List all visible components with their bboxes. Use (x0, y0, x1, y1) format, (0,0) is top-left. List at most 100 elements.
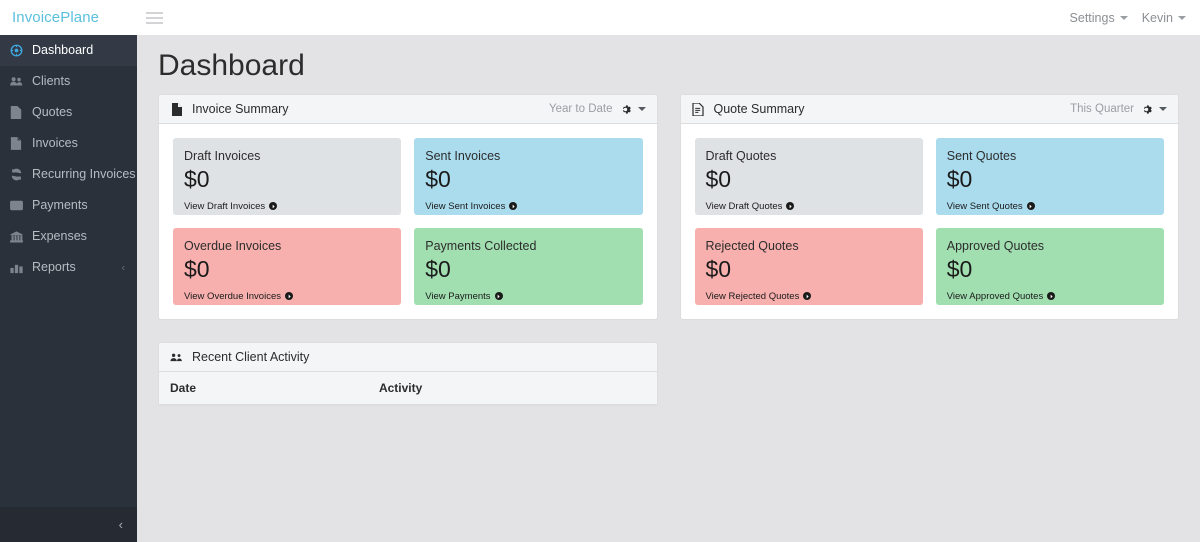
quote-file-icon (692, 102, 705, 116)
quote-summary-header: Quote Summary This Quarter (680, 95, 1178, 124)
sidebar-item-payments[interactable]: Payments (0, 190, 137, 221)
sidebar-item-dashboard[interactable]: Dashboard (0, 35, 137, 66)
top-bar: InvoicePlane Settings Kevin (0, 0, 1200, 35)
card-link[interactable]: View Rejected Quotes (706, 291, 812, 302)
recent-client-activity-header: Recent Client Activity (159, 343, 657, 372)
sidebar-item-clients[interactable]: Clients (0, 66, 137, 97)
quote-summary-controls: This Quarter (1070, 103, 1167, 115)
summary-card-sent-quotes: Sent Quotes $0 View Sent Quotes (935, 138, 1164, 215)
settings-label: Settings (1069, 10, 1115, 25)
main-content: Dashboard Invoice Summary Year to Date D… (137, 35, 1200, 542)
card-label: Payments Collected (425, 239, 537, 253)
card-amount: $0 (184, 255, 210, 282)
gear-icon[interactable] (620, 104, 631, 115)
sidebar-collapse-button[interactable]: ‹ (0, 507, 137, 542)
card-amount: $0 (425, 255, 451, 282)
arrow-circle-icon (786, 202, 795, 210)
sidebar-item-label: Dashboard (32, 43, 94, 58)
summary-card-sent-invoices: Sent Invoices $0 View Sent Invoices (414, 138, 643, 215)
card-amount: $0 (425, 165, 451, 192)
sidebar-item-recurring-invoices[interactable]: Recurring Invoices (0, 159, 137, 190)
card-link[interactable]: View Payments (425, 290, 503, 302)
card-link[interactable]: View Sent Invoices (425, 200, 518, 212)
card-amount: $0 (184, 165, 210, 192)
summary-card-payments-collected: Payments Collected $0 View Payments (414, 228, 643, 305)
user-menu[interactable]: Kevin (1142, 11, 1186, 25)
invoice-summary-header: Invoice Summary Year to Date (159, 95, 657, 124)
sidebar-item-label: Payments (32, 198, 88, 213)
brand-logo[interactable]: InvoicePlane (0, 9, 137, 26)
invoice-file-icon (170, 102, 183, 116)
quote-summary-period[interactable]: This Quarter (1070, 103, 1134, 115)
chevron-down-icon[interactable] (637, 107, 646, 111)
card-amount: $0 (946, 165, 973, 192)
chevron-down-icon (1119, 15, 1128, 20)
settings-menu[interactable]: Settings (1070, 11, 1128, 25)
summary-card-approved-quotes: Approved Quotes $0 View Approved Quotes (935, 228, 1164, 305)
hamburger-icon[interactable] (137, 0, 171, 35)
quote-card-grid: Draft Quotes $0 View Draft Quotes Sent Quot… (694, 138, 1164, 305)
summary-card-overdue-invoices: Overdue Invoices $0 View Overdue Invoices (173, 228, 402, 305)
card-label: Rejected Quotes (705, 239, 799, 253)
invoice-summary-period[interactable]: Year to Date (549, 103, 613, 115)
chevron-left-icon: ‹ (118, 517, 123, 532)
sidebar-item-invoices[interactable]: Invoices (0, 128, 137, 159)
card-link-label: View Payments (425, 290, 491, 302)
card-amount: $0 (705, 255, 732, 282)
quote-summary-panel: Quote Summary This Quarter Draft Quotes $… (679, 94, 1179, 320)
card-link-label: View Draft Quotes (705, 200, 783, 212)
card-label: Overdue Invoices (184, 239, 282, 253)
reports-icon (9, 261, 23, 275)
hamburger-line (145, 16, 163, 19)
activity-table: Date Activity (159, 372, 657, 405)
card-amount: $0 (946, 255, 973, 282)
gear-icon[interactable] (1141, 104, 1152, 115)
activity-row: Recent Client Activity Date Activity (158, 342, 1179, 406)
chevron-down-icon (1178, 15, 1186, 20)
card-link[interactable]: View Draft Invoices (184, 200, 278, 212)
card-link[interactable]: View Sent Quotes (947, 201, 1035, 212)
user-label: Kevin (1141, 10, 1173, 25)
card-label: Sent Quotes (946, 149, 1017, 163)
arrow-circle-icon (1047, 292, 1056, 300)
card-label: Draft Quotes (705, 149, 777, 163)
arrow-circle-icon (1026, 202, 1035, 210)
quote-summary-body: Draft Quotes $0 View Draft Quotes Sent Quot… (681, 124, 1179, 319)
invoice-summary-title: Invoice Summary (192, 102, 289, 116)
card-link-label: View Rejected Quotes (705, 290, 800, 302)
card-amount: $0 (705, 165, 732, 192)
dashboard-icon (9, 44, 23, 58)
arrow-circle-icon (494, 292, 503, 300)
sidebar-item-quotes[interactable]: Quotes (0, 97, 137, 128)
recent-client-activity-panel: Recent Client Activity Date Activity (158, 342, 658, 406)
invoice-card-grid: Draft Invoices $0 View Draft Invoices Sent … (173, 138, 643, 305)
card-label: Sent Invoices (425, 149, 501, 163)
card-link[interactable]: View Approved Quotes (946, 290, 1056, 302)
summary-card-draft-quotes: Draft Quotes $0 View Draft Quotes (694, 138, 923, 215)
card-label: Approved Quotes (946, 239, 1045, 253)
card-link[interactable]: View Draft Quotes (706, 201, 795, 212)
summary-card-rejected-quotes: Rejected Quotes $0 View Rejected Quotes (694, 228, 923, 305)
sidebar-nav: Dashboard Clients Quotes Invoices Recurring … (0, 35, 137, 283)
sidebar-item-label: Recurring Invoices (32, 167, 136, 182)
card-link-label: View Approved Quotes (946, 290, 1044, 302)
chevron-down-icon[interactable] (1159, 107, 1167, 111)
card-link-label: View Draft Invoices (184, 200, 266, 212)
sidebar-item-label: Reports (32, 260, 76, 275)
arrow-circle-icon (509, 202, 518, 210)
sidebar-item-reports[interactable]: Reports ‹ (0, 252, 137, 283)
sidebar: Dashboard Clients Quotes Invoices Recurring … (0, 35, 137, 542)
column-header-date: Date (159, 372, 368, 405)
activity-table-head: Date Activity (159, 372, 657, 405)
column-header-activity: Activity (367, 372, 657, 405)
sidebar-item-label: Clients (32, 74, 71, 89)
top-bar-right: Settings Kevin (1070, 11, 1200, 25)
card-link-label: View Sent Invoices (425, 200, 506, 212)
sidebar-item-expenses[interactable]: Expenses (0, 221, 137, 252)
hamburger-line (145, 11, 163, 14)
card-label: Draft Invoices (184, 149, 261, 163)
invoices-icon (9, 137, 23, 151)
card-link[interactable]: View Overdue Invoices (184, 291, 293, 302)
chevron-left-icon: ‹ (121, 262, 125, 273)
activity-header-row: Date Activity (159, 372, 657, 405)
